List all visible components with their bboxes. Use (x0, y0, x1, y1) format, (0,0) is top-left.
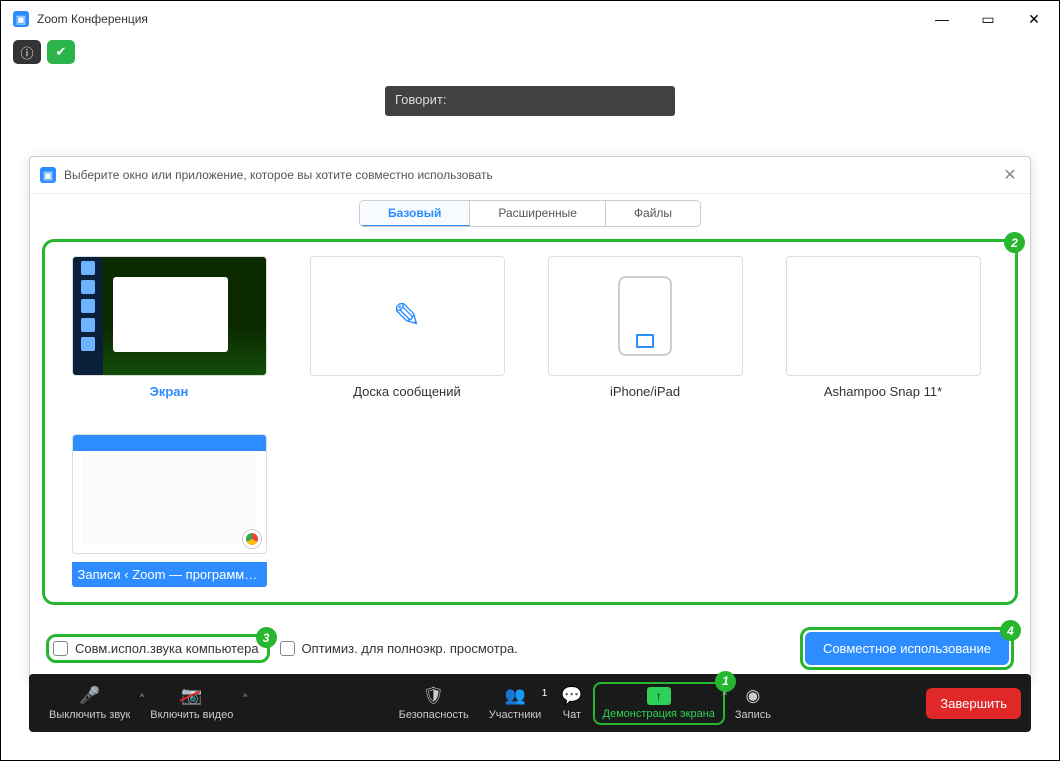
participants-label: Участники (489, 709, 542, 721)
tile-iphone-ipad[interactable]: iPhone/iPad (535, 256, 755, 416)
tile-chrome-zoom[interactable]: Записи ‹ Zoom — программа д... (59, 434, 279, 594)
info-icon[interactable]: ⓘ (13, 40, 41, 64)
tab-files[interactable]: Файлы (606, 201, 700, 226)
chat-button[interactable]: 💬 Чат (551, 686, 592, 721)
share-audio-checkbox[interactable]: Совм.испол.звука компьютера (53, 641, 259, 656)
video-button[interactable]: 📷 ^ Включить видео (140, 686, 243, 721)
end-meeting-button[interactable]: Завершить (926, 688, 1021, 719)
encryption-shield-icon[interactable]: ✔ (47, 40, 75, 64)
speaking-indicator: Говорит: (385, 86, 675, 116)
thumb-whiteboard: ✎ (310, 256, 505, 376)
thumb-browser (72, 434, 267, 554)
tile-browser-label: Записи ‹ Zoom — программа д... (72, 562, 267, 587)
tile-screen-label: Экран (72, 384, 267, 399)
dialog-tabs: Базовый Расширенные Файлы (30, 194, 1030, 235)
record-button[interactable]: ◉ Запись (725, 686, 781, 721)
share-screen-dialog: ▣ Выберите окно или приложение, которое … (29, 156, 1031, 681)
share-up-icon: ↑ (647, 687, 671, 705)
dialog-title: Выберите окно или приложение, которое вы… (64, 168, 493, 182)
minimize-button[interactable]: — (933, 11, 951, 28)
tab-advanced[interactable]: Расширенные (470, 201, 606, 226)
pencil-icon: ✎ (393, 296, 422, 336)
share-screen-button[interactable]: 1 ↑ ^ Демонстрация экрана (593, 682, 725, 725)
share-button-wrap: 4 Совместное использование (800, 627, 1014, 670)
callout-3: 3 (256, 627, 277, 648)
record-icon: ◉ (746, 686, 761, 706)
optimize-video-checkbox[interactable]: Оптимиз. для полноэкр. просмотра. (280, 641, 518, 656)
share-audio-option: 3 Совм.испол.звука компьютера (46, 634, 270, 663)
chevron-up-icon[interactable]: ^ (243, 692, 247, 702)
window-title: Zoom Конференция (37, 12, 148, 26)
chrome-icon (240, 527, 264, 551)
participants-count: 1 (542, 688, 548, 699)
mute-label: Выключить звук (49, 709, 130, 721)
tab-basic[interactable]: Базовый (360, 201, 470, 226)
tile-whiteboard-label: Доска сообщений (310, 384, 505, 399)
window-controls: — ▭ ✕ (933, 11, 1051, 28)
security-button[interactable]: 🛡 Безопасность (389, 686, 479, 721)
mute-button[interactable]: 🎤 ^ Выключить звук (39, 686, 140, 721)
callout-2: 2 (1004, 232, 1025, 253)
microphone-icon: 🎤 (79, 686, 100, 706)
share-options-panel: 2 Экран ✎ Доска сообщений iPhone/iPa (42, 239, 1018, 605)
participants-button[interactable]: 👥 1 Участники (479, 686, 552, 721)
thumb-snap (786, 256, 981, 376)
maximize-button[interactable]: ▭ (979, 11, 997, 28)
chat-label: Чат (563, 709, 581, 721)
tile-iphone-label: iPhone/iPad (548, 384, 743, 399)
video-label: Включить видео (150, 709, 233, 721)
record-label: Запись (735, 709, 771, 721)
chat-icon: 💬 (561, 686, 582, 706)
security-label: Безопасность (399, 709, 469, 721)
share-button[interactable]: Совместное использование (805, 632, 1009, 665)
thumb-screen (72, 256, 267, 376)
tile-screen[interactable]: Экран (59, 256, 279, 416)
tile-snap-label: Ashampoo Snap 11* (786, 384, 981, 399)
zoom-dialog-icon: ▣ (40, 167, 56, 183)
meta-row: ⓘ ✔ (1, 37, 1059, 67)
tile-ashampoo-snap[interactable]: Ashampoo Snap 11* (773, 256, 993, 416)
meeting-toolbar: 🎤 ^ Выключить звук 📷 ^ Включить видео 🛡 … (29, 674, 1031, 732)
zoom-app-icon: ▣ (13, 11, 29, 27)
close-button[interactable]: ✕ (1025, 11, 1043, 28)
optimize-video-label: Оптимиз. для полноэкр. просмотра. (302, 641, 518, 656)
share-audio-label: Совм.испол.звука компьютера (75, 641, 259, 656)
dialog-header: ▣ Выберите окно или приложение, которое … (30, 157, 1030, 194)
shield-icon: 🛡 (423, 686, 445, 706)
checkbox-icon (280, 641, 295, 656)
speaking-label: Говорит: (395, 92, 446, 107)
dialog-close-button[interactable]: ✕ (1000, 165, 1020, 185)
thumb-iphone (548, 256, 743, 376)
share-label: Демонстрация экрана (603, 708, 715, 720)
ipad-icon (618, 276, 672, 356)
dialog-footer: 3 Совм.испол.звука компьютера Оптимиз. д… (30, 617, 1030, 680)
titlebar: ▣ Zoom Конференция — ▭ ✕ (1, 1, 1059, 37)
callout-4: 4 (1000, 620, 1021, 641)
video-off-icon: 📷 (181, 686, 202, 706)
checkbox-icon (53, 641, 68, 656)
participants-icon: 👥 (504, 686, 525, 706)
tile-whiteboard[interactable]: ✎ Доска сообщений (297, 256, 517, 416)
